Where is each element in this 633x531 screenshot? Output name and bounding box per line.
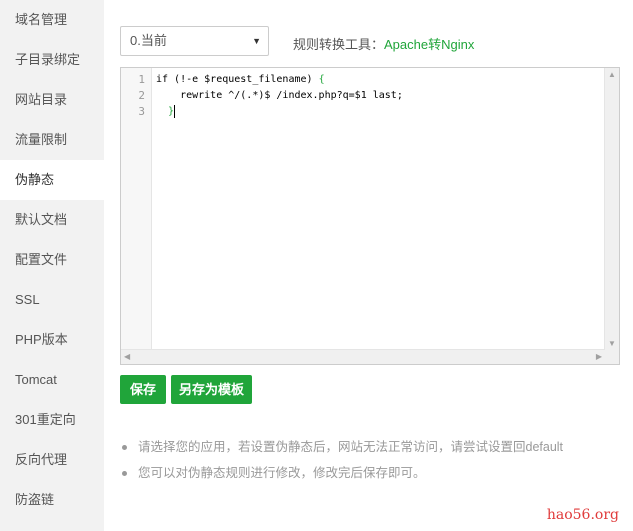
line-number-gutter: 1 2 3: [121, 68, 152, 350]
sidebar: 域名管理 子目录绑定 网站目录 流量限制 伪静态 默认文档 配置文件 SSL P…: [0, 0, 104, 531]
sidebar-item-301-redirect[interactable]: 301重定向: [0, 400, 104, 440]
text-cursor: [174, 104, 176, 118]
code-content[interactable]: if (!-e $request_filename) { rewrite ^/(…: [156, 72, 603, 120]
sidebar-item-ssl[interactable]: SSL: [0, 280, 104, 320]
apache-to-nginx-link[interactable]: Apache转Nginx: [384, 37, 474, 52]
rewrite-code-editor[interactable]: 1 2 3 if (!-e $request_filename) { rewri…: [120, 67, 620, 365]
scroll-left-icon[interactable]: ◀: [124, 352, 130, 361]
scrollbar-corner: [605, 350, 619, 364]
horizontal-scrollbar[interactable]: ◀ ▶: [121, 349, 605, 364]
help-note: 请选择您的应用，若设置伪静态后，网站无法正常访问，请尝试设置回default: [120, 434, 563, 460]
code-line: rewrite ^/(.*)$ /index.php?q=$1 last;: [156, 88, 603, 104]
converter-tool-text: 规则转换工具：: [293, 37, 385, 52]
sidebar-item-default-document[interactable]: 默认文档: [0, 200, 104, 240]
sidebar-item-tomcat[interactable]: Tomcat: [0, 360, 104, 400]
sidebar-item-php-version[interactable]: PHP版本: [0, 320, 104, 360]
template-select[interactable]: 0.当前 ▼: [120, 26, 269, 56]
scroll-up-icon[interactable]: ▲: [608, 70, 616, 79]
code-text: rewrite ^/(.*)$ /index.php?q=$1 last;: [156, 90, 403, 101]
sidebar-item-rewrite[interactable]: 伪静态: [0, 160, 104, 200]
sidebar-item-hotlink-protection[interactable]: 防盗链: [0, 480, 104, 520]
help-note: 您可以对伪静态规则进行修改，修改完后保存即可。: [120, 460, 563, 486]
code-text: if (!-e $request_filename): [156, 74, 319, 85]
save-as-template-button[interactable]: 另存为模板: [171, 375, 252, 404]
sidebar-item-subdir-binding[interactable]: 子目录绑定: [0, 40, 104, 80]
help-notes: 请选择您的应用，若设置伪静态后，网站无法正常访问，请尝试设置回default 您…: [120, 434, 563, 486]
template-select-value: 0.当前: [130, 33, 167, 48]
sidebar-item-site-directory[interactable]: 网站目录: [0, 80, 104, 120]
sidebar-item-reverse-proxy[interactable]: 反向代理: [0, 440, 104, 480]
line-number: 2: [138, 89, 145, 102]
line-number: 3: [138, 105, 145, 118]
sidebar-item-config-file[interactable]: 配置文件: [0, 240, 104, 280]
watermark: hao56.org: [546, 507, 619, 523]
scroll-down-icon[interactable]: ▼: [608, 339, 616, 348]
sidebar-item-traffic-limit[interactable]: 流量限制: [0, 120, 104, 160]
code-line: if (!-e $request_filename) {: [156, 72, 603, 88]
vertical-scrollbar[interactable]: ▲ ▼: [604, 68, 619, 350]
dropdown-arrow-icon: ▼: [252, 36, 261, 46]
sidebar-item-domain[interactable]: 域名管理: [0, 0, 104, 40]
save-button[interactable]: 保存: [120, 375, 166, 404]
line-number: 1: [138, 73, 145, 86]
scroll-right-icon[interactable]: ▶: [596, 352, 602, 361]
code-brace: {: [318, 74, 325, 85]
converter-tool-label: 规则转换工具：Apache转Nginx: [293, 34, 474, 53]
code-line: }: [156, 104, 603, 120]
